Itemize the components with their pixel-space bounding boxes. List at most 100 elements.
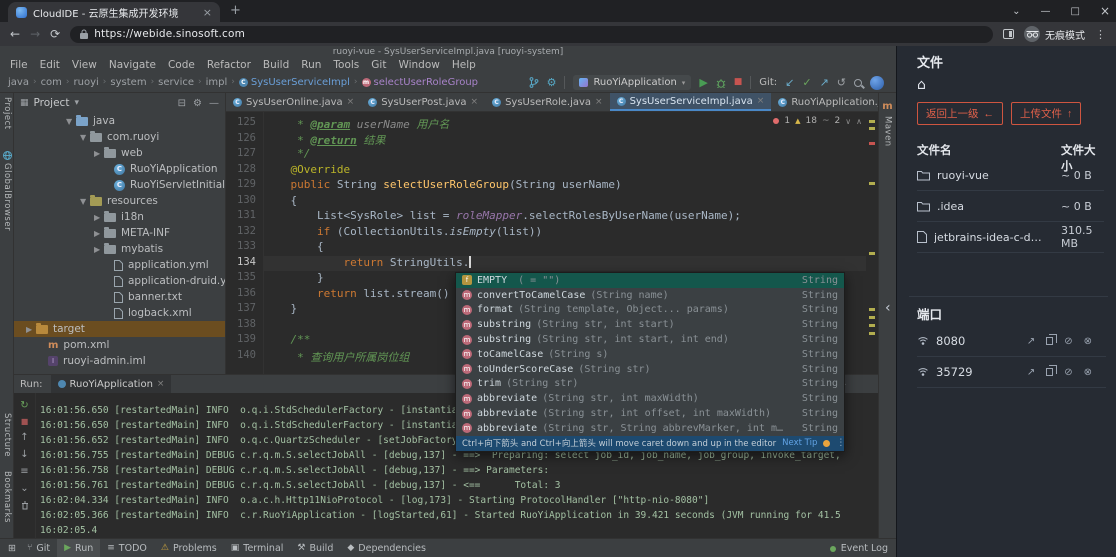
rollback-icon[interactable]: ↺: [837, 77, 846, 88]
statusbar-run[interactable]: ▶Run: [57, 539, 100, 557]
tree-item-application-druid-yml[interactable]: application-druid.yml: [14, 273, 225, 289]
close-icon[interactable]: ×: [203, 7, 212, 18]
tree-item-banner-txt[interactable]: banner.txt: [14, 289, 225, 305]
browser-tab[interactable]: CloudIDE - 云原生集成开发环境 ×: [8, 2, 220, 22]
tree-item-resources[interactable]: ▼resources: [14, 193, 225, 209]
close-icon[interactable]: ×: [347, 97, 355, 107]
error-stripe[interactable]: [868, 112, 876, 374]
completion-item[interactable]: abbreviate (String str, String abbrevMar…: [456, 421, 844, 436]
tree-item-com-ruoyi[interactable]: ▼com.ruoyi: [14, 129, 225, 145]
address-bar[interactable]: https://webide.sinosoft.com: [70, 26, 993, 43]
tab-sysuserrole[interactable]: SysUserRole.java×: [485, 93, 610, 111]
close-icon[interactable]: ×: [1100, 4, 1110, 18]
close-icon[interactable]: ×: [157, 379, 165, 389]
file-row-jetbrains[interactable]: jetbrains-idea-c-de... 310.5 MB: [917, 222, 1104, 253]
statusbar-terminal[interactable]: ▣Terminal: [224, 539, 291, 557]
tab-sysuserserviceimpl[interactable]: SysUserServiceImpl.java×: [610, 93, 772, 111]
completion-item[interactable]: convertToCamelCase (String name) String: [456, 288, 844, 303]
completion-item[interactable]: toCamelCase (String s) String: [456, 347, 844, 362]
breadcrumb-item[interactable]: java: [8, 77, 29, 88]
tree-item-java[interactable]: ▼java: [14, 113, 225, 129]
breadcrumb-class[interactable]: CSysUserServiceImpl: [239, 77, 350, 88]
breadcrumb-item[interactable]: com: [41, 77, 62, 88]
menu-item[interactable]: View: [66, 58, 103, 72]
copy-icon[interactable]: [1046, 337, 1053, 345]
back-icon[interactable]: ←: [10, 28, 20, 40]
scroll-end-icon[interactable]: ⌄: [20, 484, 28, 494]
disconnect-icon[interactable]: ⊘: [1064, 336, 1072, 347]
completion-item[interactable]: substring (String str, int start, int en…: [456, 332, 844, 347]
reload-icon[interactable]: ⟳: [50, 28, 60, 40]
menu-item[interactable]: File: [4, 58, 34, 72]
statusbar-build[interactable]: ⚒Build: [290, 539, 340, 557]
side-panel-icon[interactable]: [1003, 29, 1014, 39]
tab-sysuserpost[interactable]: SysUserPost.java×: [361, 93, 485, 111]
statusbar-dependencies[interactable]: ◆Dependencies: [340, 539, 433, 557]
open-in-browser-icon[interactable]: ↗: [1027, 336, 1035, 347]
breadcrumb-item[interactable]: system: [110, 77, 146, 88]
lightbulb-icon[interactable]: [823, 440, 830, 447]
menu-item[interactable]: Tools: [327, 58, 365, 72]
completion-item[interactable]: toUnderScoreCase (String str) String: [456, 362, 844, 377]
home-icon[interactable]: ⌂: [917, 78, 926, 92]
tool-strip-global-browser[interactable]: GlobalBrowser: [0, 151, 14, 231]
file-row-ruoyi-vue[interactable]: ruoyi-vue ~ 0 B: [917, 160, 1104, 191]
git-update-icon[interactable]: ↙: [785, 77, 794, 88]
completion-item[interactable]: format (String template, Object... param…: [456, 303, 844, 318]
completion-item[interactable]: EMPTY ( = "") String: [456, 273, 844, 288]
up-stack-icon[interactable]: ↑: [20, 433, 28, 443]
breadcrumb-method[interactable]: mselectUserRoleGroup: [362, 77, 479, 88]
breadcrumb-item[interactable]: impl: [206, 77, 228, 88]
stop-button[interactable]: ■: [734, 78, 743, 87]
menu-item[interactable]: Help: [446, 58, 482, 72]
completion-item[interactable]: substring (String str, int start) String: [456, 317, 844, 332]
tool-window-switcher-icon[interactable]: ⊞: [4, 539, 20, 557]
git-commit-icon[interactable]: ✓: [802, 77, 811, 88]
next-tip-link[interactable]: Next Tip: [782, 438, 817, 448]
tree-item-target[interactable]: ▶target: [14, 321, 225, 337]
tab-sysuseronline[interactable]: SysUserOnline.java×: [226, 93, 361, 111]
maximize-icon[interactable]: □: [1070, 6, 1079, 17]
statusbar-problems[interactable]: ⚠Problems: [154, 539, 224, 557]
chevron-down-icon[interactable]: ⌄: [1012, 6, 1020, 17]
tree-item-ruoyiservletinitialize[interactable]: RuoYiServletInitialize: [14, 177, 225, 193]
wrench-icon[interactable]: ⚙: [547, 77, 557, 88]
panel-collapse-handle[interactable]: ‹: [885, 300, 891, 316]
breadcrumb-item[interactable]: ruoyi: [74, 77, 99, 88]
run-tab[interactable]: RuoYiApplication ×: [51, 375, 172, 393]
menu-item[interactable]: Edit: [34, 58, 66, 72]
editor-gutter[interactable]: 1251261271281291301311321331341351361371…: [226, 112, 264, 374]
completion-item[interactable]: abbreviate (String str, int maxWidth) St…: [456, 391, 844, 406]
inspections-widget[interactable]: 1 ▲18 ~2 ∨ ∧: [773, 116, 862, 126]
close-icon[interactable]: ×: [471, 97, 479, 107]
open-in-browser-icon[interactable]: ↗: [1027, 367, 1035, 378]
menu-item[interactable]: Build: [257, 58, 295, 72]
tool-strip-maven[interactable]: Maven: [883, 116, 893, 147]
avatar[interactable]: [870, 76, 884, 90]
tree-item-web[interactable]: ▶web: [14, 145, 225, 161]
file-row-idea[interactable]: .idea ~ 0 B: [917, 191, 1104, 222]
disconnect-icon[interactable]: ⊘: [1064, 367, 1072, 378]
tool-strip-bookmarks[interactable]: Bookmarks: [0, 471, 14, 523]
copy-icon[interactable]: [1046, 368, 1053, 376]
clear-icon[interactable]: [21, 501, 29, 513]
soft-wrap-icon[interactable]: ≡: [20, 467, 28, 477]
browser-menu-icon[interactable]: ⋮: [1095, 28, 1106, 41]
tree-item-application-yml[interactable]: application.yml: [14, 257, 225, 273]
run-config-select[interactable]: RuoYiApplication ▾: [573, 75, 691, 90]
tree-item-mybatis[interactable]: ▶mybatis: [14, 241, 225, 257]
completion-item[interactable]: abbreviate (String str, int offset, int …: [456, 406, 844, 421]
down-stack-icon[interactable]: ↓: [20, 450, 28, 460]
menu-item[interactable]: Window: [392, 58, 445, 72]
new-tab-button[interactable]: +: [230, 3, 241, 18]
run-button[interactable]: ▶: [699, 77, 707, 88]
tool-strip-structure[interactable]: Structure: [0, 413, 14, 457]
statusbar-todo[interactable]: ≡TODO: [100, 539, 154, 557]
menu-item[interactable]: Navigate: [103, 58, 162, 72]
go-up-button[interactable]: 返回上一级 ←: [917, 102, 1003, 125]
tree-item-pom-xml[interactable]: mpom.xml: [14, 337, 225, 353]
collapse-all-icon[interactable]: ⊟: [178, 98, 186, 109]
git-push-icon[interactable]: ↗: [820, 77, 829, 88]
tree-item-logback-xml[interactable]: logback.xml: [14, 305, 225, 321]
completion-item[interactable]: trim (String str) String: [456, 377, 844, 392]
